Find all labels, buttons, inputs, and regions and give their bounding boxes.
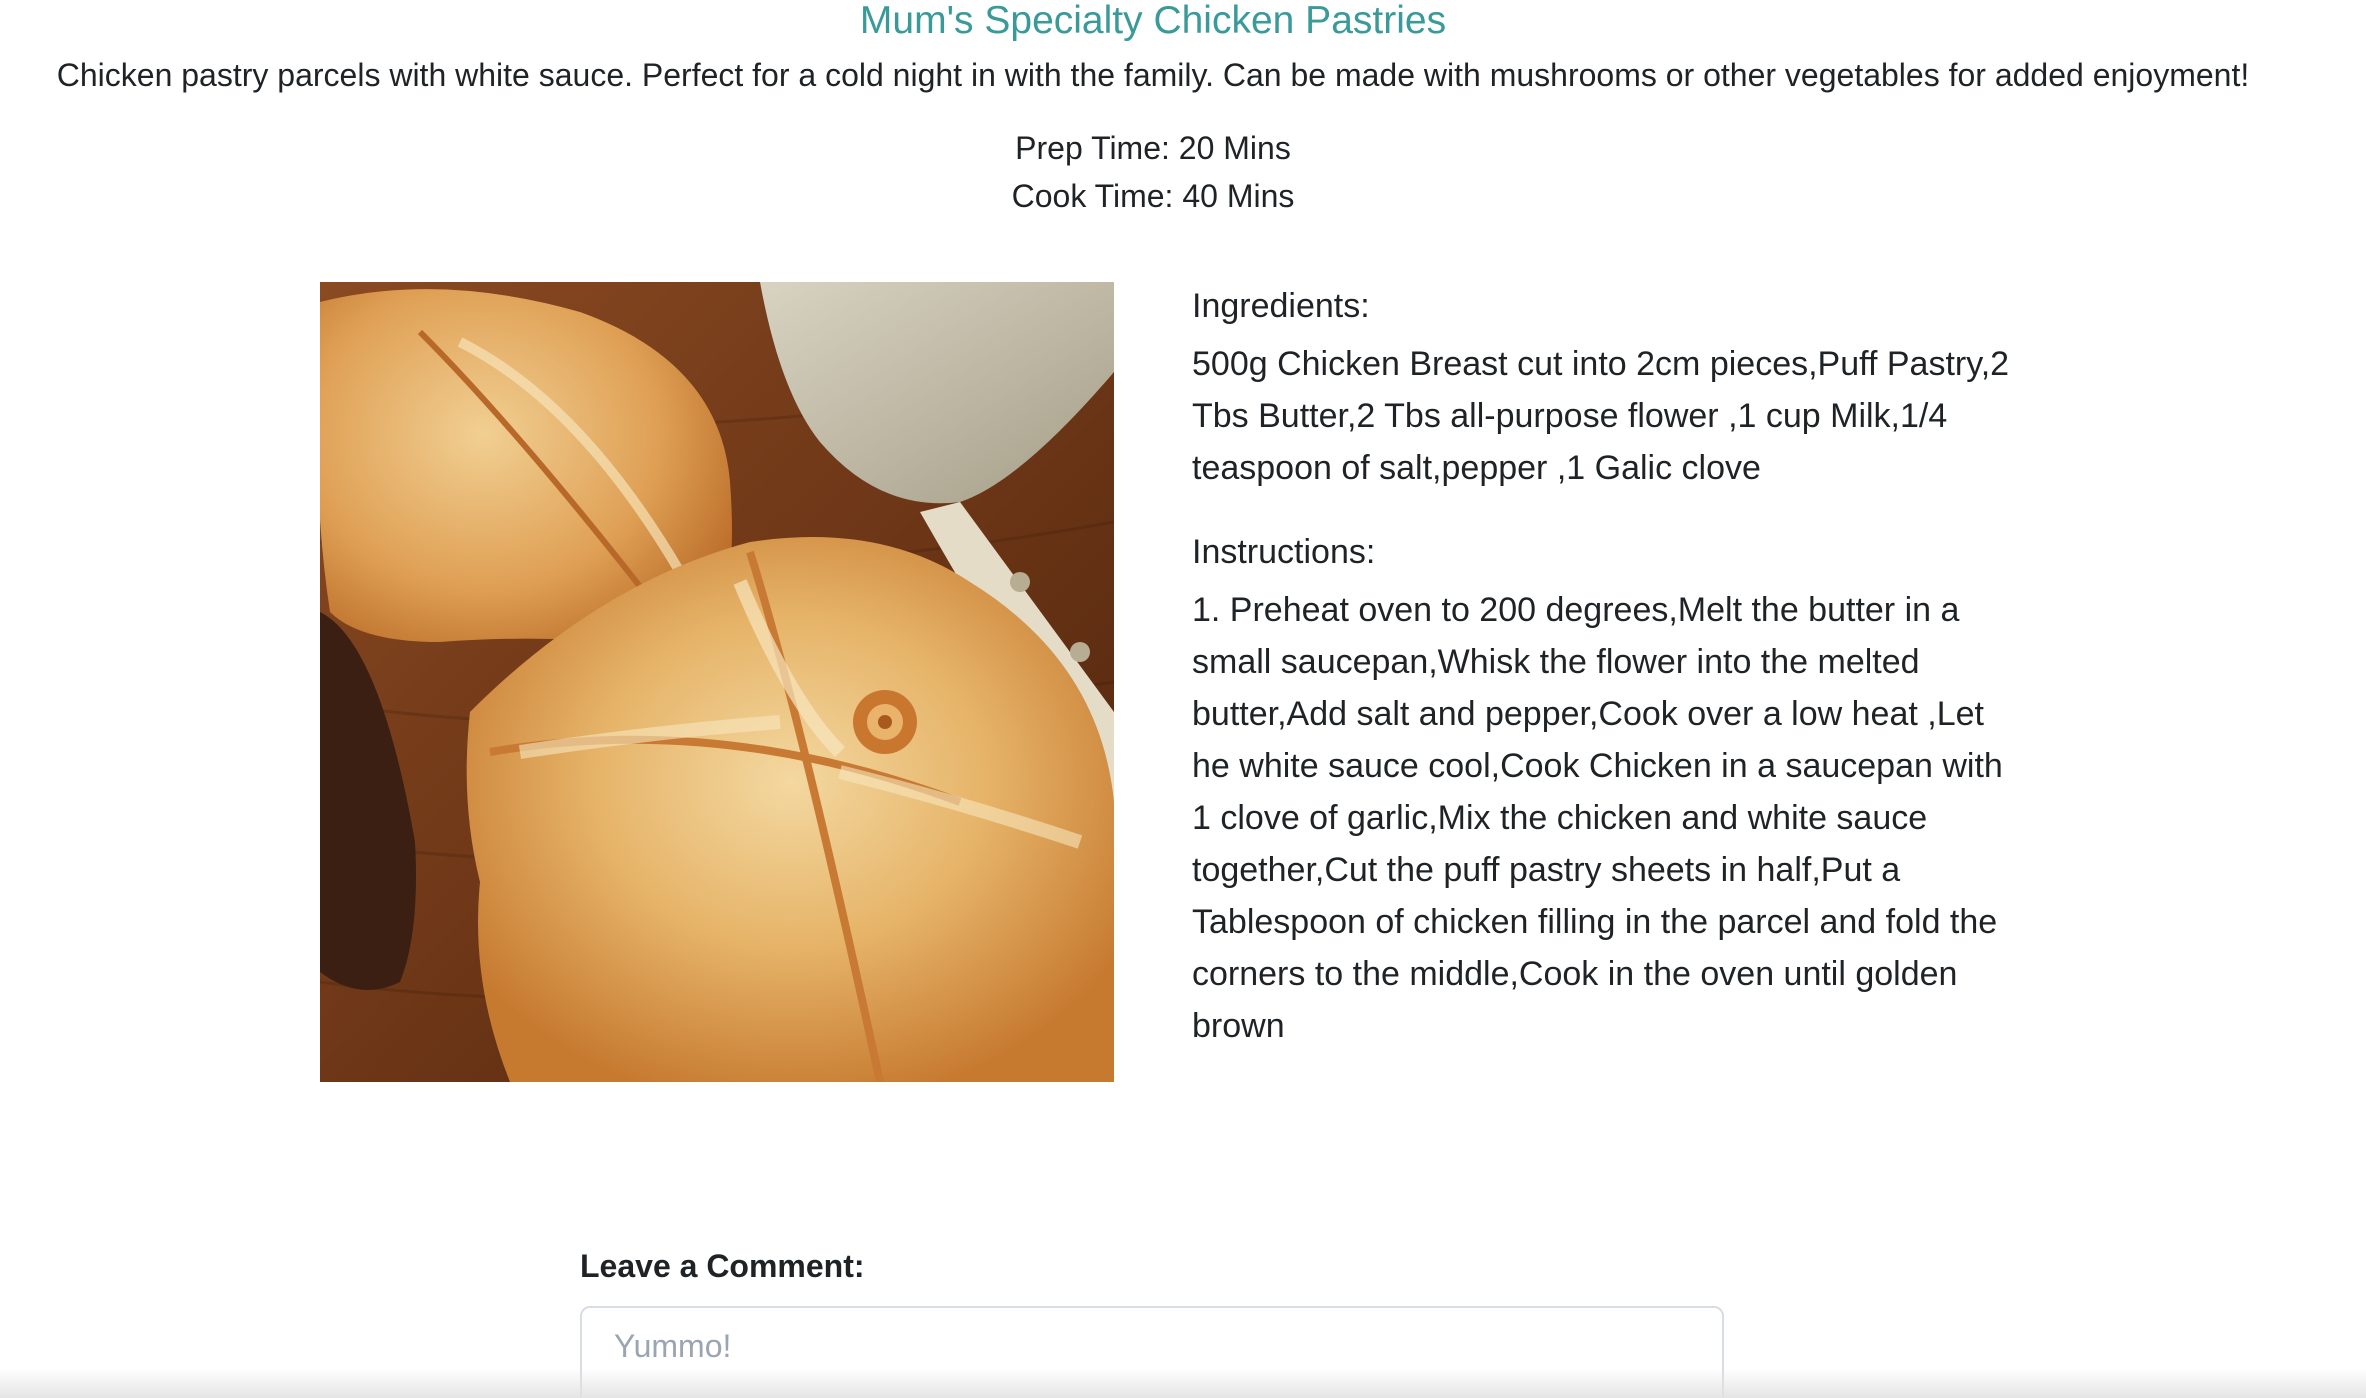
instructions-section: Instructions: 1. Preheat oven to 200 deg… <box>1192 526 2012 1052</box>
recipe-description: Chicken pastry parcels with white sauce.… <box>56 57 2250 93</box>
recipe-times: Prep Time: 20 Mins Cook Time: 40 Mins <box>0 124 2306 220</box>
cook-time: Cook Time: 40 Mins <box>1011 178 1295 214</box>
prep-time: Prep Time: 20 Mins <box>1015 130 1291 166</box>
instructions-text: 1. Preheat oven to 200 degrees,Melt the … <box>1192 591 2003 1045</box>
instructions-label: Instructions: <box>1192 533 1376 571</box>
ingredients-section: Ingredients: 500g Chicken Breast cut int… <box>1192 280 2012 494</box>
pastry-photo-illustration <box>320 282 1114 1082</box>
recipe-photo <box>320 282 1114 1082</box>
ingredients-label: Ingredients: <box>1192 287 1370 325</box>
comment-label: Leave a Comment: <box>580 1248 865 1284</box>
recipe-details: Ingredients: 500g Chicken Breast cut int… <box>1192 280 2012 1052</box>
recipe-page: Mum's Specialty Chicken Pastries Chicken… <box>0 0 2366 1398</box>
ingredients-text: 500g Chicken Breast cut into 2cm pieces,… <box>1192 345 2010 487</box>
comment-input[interactable] <box>580 1306 1724 1398</box>
recipe-title: Mum's Specialty Chicken Pastries <box>859 0 1447 42</box>
